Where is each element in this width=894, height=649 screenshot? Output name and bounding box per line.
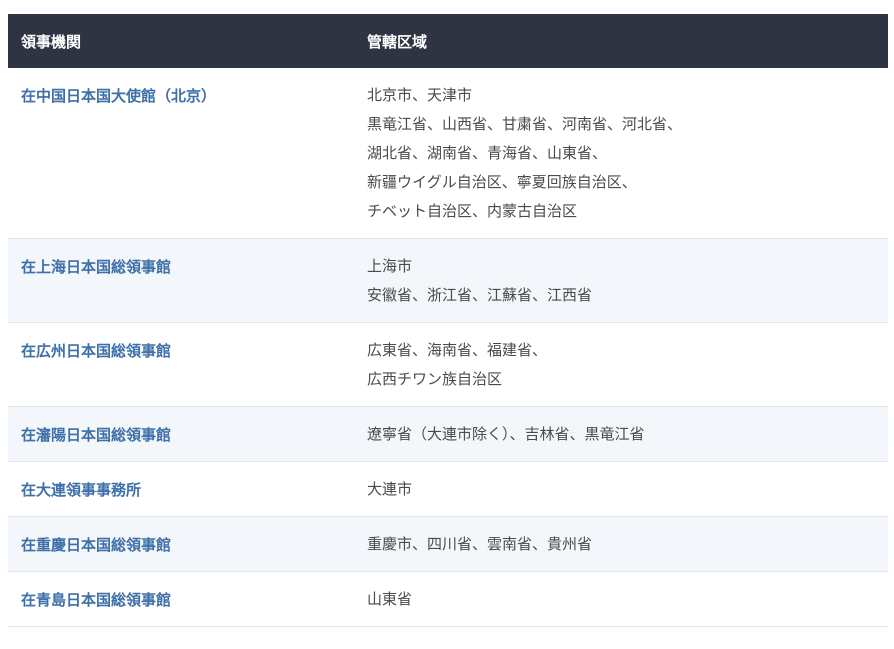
jurisdiction-line: 新疆ウイグル自治区、寧夏回族自治区、 xyxy=(367,173,637,191)
table-row: 在瀋陽日本国総領事館 遼寧省（大連市除く）、吉林省、黒竜江省 xyxy=(8,406,888,462)
jurisdiction-line: 広東省、海南省、福建省、 xyxy=(367,341,548,359)
office-link-shanghai[interactable]: 在上海日本国総領事館 xyxy=(8,238,354,323)
jurisdiction-line: 安徽省、浙江省、江蘇省、江西省 xyxy=(367,286,593,304)
jurisdiction-line: チベット自治区、内蒙古自治区 xyxy=(367,202,578,220)
table-row: 在広州日本国総領事館 広東省、海南省、福建省、 広西チワン族自治区 xyxy=(8,322,888,407)
jurisdiction-line: 黒竜江省、山西省、甘粛省、河南省、河北省、 xyxy=(367,115,683,133)
consulate-jurisdiction-table-container: 領事機関 管轄区域 在中国日本国大使館（北京） 北京市、天津市 黒竜江省、山西省… xyxy=(8,14,888,627)
table-row: 在大連領事事務所 大連市 xyxy=(8,461,888,517)
office-link-dalian[interactable]: 在大連領事事務所 xyxy=(8,461,354,517)
office-link-chongqing[interactable]: 在重慶日本国総領事館 xyxy=(8,516,354,572)
jurisdiction-line: 広西チワン族自治区 xyxy=(367,370,503,388)
header-row: 領事機関 管轄区域 xyxy=(8,14,888,68)
jurisdiction-line: 上海市 xyxy=(367,257,413,275)
jurisdiction-cell: 大連市 xyxy=(354,461,888,517)
jurisdiction-line: 北京市、天津市 xyxy=(367,86,473,104)
office-link-beijing[interactable]: 在中国日本国大使館（北京） xyxy=(8,68,354,239)
header-jurisdiction: 管轄区域 xyxy=(354,14,888,68)
jurisdiction-cell: 山東省 xyxy=(354,571,888,627)
jurisdiction-cell: 重慶市、四川省、雲南省、貴州省 xyxy=(354,516,888,572)
table-row: 在重慶日本国総領事館 重慶市、四川省、雲南省、貴州省 xyxy=(8,516,888,572)
jurisdiction-cell: 広東省、海南省、福建省、 広西チワン族自治区 xyxy=(354,322,888,407)
jurisdiction-line: 山東省 xyxy=(367,590,413,608)
header-office: 領事機関 xyxy=(8,14,354,68)
jurisdiction-line: 湖北省、湖南省、青海省、山東省、 xyxy=(367,144,608,162)
jurisdiction-line: 遼寧省（大連市除く）、吉林省、黒竜江省 xyxy=(367,425,645,443)
office-link-guangzhou[interactable]: 在広州日本国総領事館 xyxy=(8,322,354,407)
jurisdiction-cell: 上海市 安徽省、浙江省、江蘇省、江西省 xyxy=(354,238,888,323)
consulate-jurisdiction-table: 領事機関 管轄区域 在中国日本国大使館（北京） 北京市、天津市 黒竜江省、山西省… xyxy=(8,14,888,627)
jurisdiction-cell: 遼寧省（大連市除く）、吉林省、黒竜江省 xyxy=(354,406,888,462)
jurisdiction-cell: 北京市、天津市 黒竜江省、山西省、甘粛省、河南省、河北省、 湖北省、湖南省、青海… xyxy=(354,68,888,239)
table-row: 在青島日本国総領事館 山東省 xyxy=(8,571,888,627)
table-row: 在上海日本国総領事館 上海市 安徽省、浙江省、江蘇省、江西省 xyxy=(8,238,888,323)
table-body: 在中国日本国大使館（北京） 北京市、天津市 黒竜江省、山西省、甘粛省、河南省、河… xyxy=(8,68,888,627)
office-link-shenyang[interactable]: 在瀋陽日本国総領事館 xyxy=(8,406,354,462)
table-header: 領事機関 管轄区域 xyxy=(8,14,888,68)
jurisdiction-line: 重慶市、四川省、雲南省、貴州省 xyxy=(367,535,593,553)
office-link-qingdao[interactable]: 在青島日本国総領事館 xyxy=(8,571,354,627)
jurisdiction-line: 大連市 xyxy=(367,480,413,498)
table-row: 在中国日本国大使館（北京） 北京市、天津市 黒竜江省、山西省、甘粛省、河南省、河… xyxy=(8,68,888,239)
